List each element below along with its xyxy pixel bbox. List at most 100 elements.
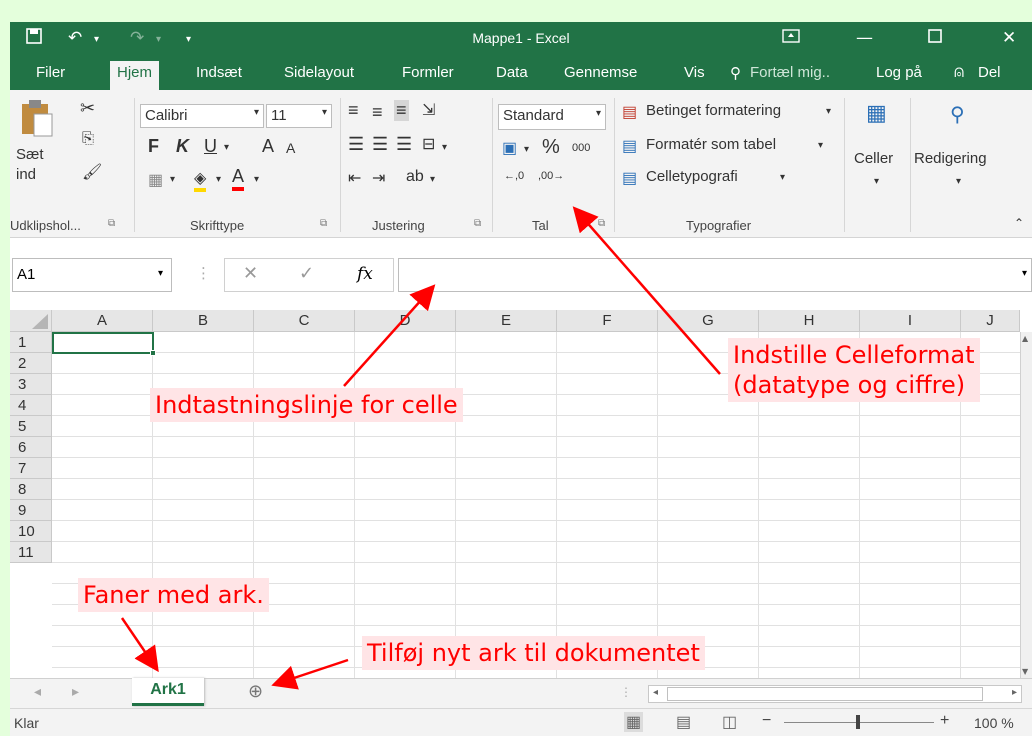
share-button[interactable]: Del: [978, 64, 1001, 81]
tab-split-handle[interactable]: ⋮: [620, 685, 632, 699]
sheet-tab-ark1[interactable]: Ark1: [132, 678, 204, 706]
number-format-field[interactable]: Standard ▾: [498, 104, 606, 130]
minimize-icon[interactable]: —: [856, 28, 873, 48]
shrink-font-button[interactable]: A: [286, 140, 295, 156]
clipboard-launcher-icon[interactable]: ⧉: [108, 218, 115, 229]
decrease-indent-icon[interactable]: ⇤: [348, 168, 361, 188]
login-link[interactable]: Log på: [876, 64, 922, 81]
zoom-slider-thumb[interactable]: [856, 715, 860, 729]
chevron-down-icon[interactable]: ▾: [818, 140, 823, 151]
page-break-view-icon[interactable]: ◫: [722, 712, 737, 732]
chevron-down-icon[interactable]: ▾: [524, 144, 529, 155]
row-header-11[interactable]: 11: [10, 542, 52, 563]
cells-button[interactable]: ▦ Celler ▾: [850, 100, 908, 200]
font-color-icon[interactable]: A: [232, 166, 245, 191]
column-header-c[interactable]: C: [254, 310, 355, 332]
accounting-format-icon[interactable]: ▣: [502, 138, 517, 158]
column-header-a[interactable]: A: [52, 310, 153, 332]
row-header-1[interactable]: 1: [10, 332, 52, 353]
row-header-3[interactable]: 3: [10, 374, 52, 395]
name-box[interactable]: A1 ▾: [12, 258, 172, 292]
align-bottom-icon[interactable]: ≡: [394, 100, 409, 121]
wrap-text-icon[interactable]: ⇲: [422, 100, 435, 120]
prev-sheet-icon[interactable]: ◂: [34, 684, 41, 700]
column-header-e[interactable]: E: [456, 310, 557, 332]
number-launcher-icon[interactable]: ⧉: [598, 218, 605, 229]
row-header-8[interactable]: 8: [10, 479, 52, 500]
underline-button[interactable]: U: [204, 136, 217, 157]
normal-view-icon[interactable]: ▦: [624, 712, 644, 732]
format-as-table-button[interactable]: Formatér som tabel: [646, 136, 776, 153]
tab-formler[interactable]: Formler: [402, 64, 454, 81]
orientation-icon[interactable]: ab: [406, 168, 424, 186]
align-top-icon[interactable]: ≡: [348, 100, 359, 121]
column-header-f[interactable]: F: [557, 310, 658, 332]
alignment-launcher-icon[interactable]: ⧉: [474, 218, 481, 229]
formula-input[interactable]: ▾: [398, 258, 1032, 292]
column-header-b[interactable]: B: [153, 310, 254, 332]
active-cell-a1[interactable]: [52, 332, 156, 356]
maximize-icon[interactable]: [928, 28, 942, 48]
italic-button[interactable]: K: [176, 136, 189, 157]
scroll-down-icon[interactable]: ▼: [1022, 667, 1028, 676]
paste-button[interactable]: Sæt ind: [14, 98, 56, 186]
align-right-icon[interactable]: ☰: [396, 134, 412, 155]
align-center-icon[interactable]: ☰: [372, 134, 388, 155]
tab-gennemse[interactable]: Gennemse: [564, 64, 637, 81]
tab-hjem[interactable]: Hjem: [110, 61, 160, 90]
insert-function-button[interactable]: fx: [357, 264, 373, 284]
column-header-g[interactable]: G: [658, 310, 759, 332]
chevron-down-icon[interactable]: ▾: [442, 142, 447, 153]
underline-dropdown-icon[interactable]: ▾: [224, 142, 229, 153]
column-header-i[interactable]: I: [860, 310, 961, 332]
tab-data[interactable]: Data: [496, 64, 528, 81]
tab-indsaet[interactable]: Indsæt: [196, 64, 242, 81]
grow-font-button[interactable]: A: [262, 136, 274, 157]
chevron-down-icon[interactable]: ▾: [430, 174, 435, 185]
scroll-up-icon[interactable]: ▲: [1022, 334, 1028, 343]
row-header-6[interactable]: 6: [10, 437, 52, 458]
chevron-down-icon[interactable]: ▾: [780, 172, 785, 183]
decrease-decimal-icon[interactable]: ,00→: [538, 170, 564, 182]
enter-icon[interactable]: ✓: [299, 263, 314, 284]
add-sheet-button[interactable]: ⊕: [248, 681, 263, 702]
bold-button[interactable]: F: [148, 136, 159, 157]
merge-center-icon[interactable]: ⊟: [422, 134, 435, 154]
chevron-down-icon[interactable]: ▾: [1022, 268, 1027, 279]
tab-filer[interactable]: Filer: [36, 64, 65, 81]
row-header-5[interactable]: 5: [10, 416, 52, 437]
align-left-icon[interactable]: ☰: [348, 134, 364, 155]
row-header-2[interactable]: 2: [10, 353, 52, 374]
vertical-scrollbar[interactable]: ▲ ▼: [1020, 332, 1032, 678]
increase-indent-icon[interactable]: ⇥: [372, 168, 385, 188]
collapse-ribbon-icon[interactable]: ⌃: [1014, 216, 1024, 230]
scroll-thumb[interactable]: [667, 687, 983, 701]
select-all-corner[interactable]: [10, 310, 52, 332]
format-painter-icon[interactable]: 🖌: [82, 162, 102, 182]
row-header-10[interactable]: 10: [10, 521, 52, 542]
row-header-7[interactable]: 7: [10, 458, 52, 479]
fill-handle[interactable]: [150, 350, 156, 356]
zoom-out-icon[interactable]: −: [762, 712, 771, 730]
ribbon-display-options-icon[interactable]: [782, 28, 800, 48]
page-layout-view-icon[interactable]: ▤: [676, 712, 691, 732]
tab-vis[interactable]: Vis: [684, 64, 705, 81]
align-middle-icon[interactable]: ≡: [372, 102, 383, 123]
fill-color-icon[interactable]: ◈: [194, 168, 207, 192]
chevron-down-icon[interactable]: ▾: [826, 106, 831, 117]
cut-icon[interactable]: ✂: [80, 98, 95, 119]
next-sheet-icon[interactable]: ▸: [72, 684, 79, 700]
column-header-h[interactable]: H: [759, 310, 860, 332]
row-header-9[interactable]: 9: [10, 500, 52, 521]
chevron-down-icon[interactable]: ▾: [216, 174, 221, 185]
copy-icon[interactable]: ⎘: [82, 130, 94, 147]
close-icon[interactable]: ✕: [1002, 28, 1016, 48]
column-header-d[interactable]: D: [355, 310, 456, 332]
tell-me-box[interactable]: Fortæl mig..: [750, 64, 830, 81]
zoom-level[interactable]: 100 %: [974, 715, 1014, 731]
conditional-formatting-button[interactable]: Betinget formatering: [646, 102, 781, 119]
zoom-in-icon[interactable]: +: [940, 712, 949, 730]
editing-button[interactable]: ⚲ Redigering ▾: [914, 100, 1006, 200]
row-header-4[interactable]: 4: [10, 395, 52, 416]
increase-decimal-icon[interactable]: ←,0: [504, 170, 524, 182]
